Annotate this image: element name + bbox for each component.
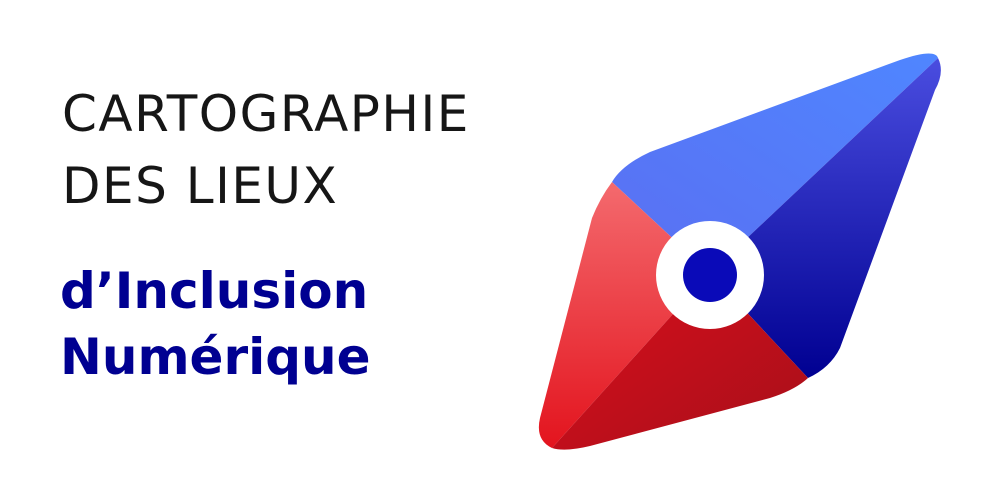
compass-icon (538, 53, 941, 450)
subtitle-line-1: d’Inclusion (60, 262, 369, 320)
page: CARTOGRAPHIE DES LIEUX d’Inclusion Numér… (0, 0, 1001, 497)
title-line-1: CARTOGRAPHIE (62, 85, 470, 143)
title-block: CARTOGRAPHIE DES LIEUX (62, 78, 470, 222)
subtitle-block: d’Inclusion Numérique (60, 258, 371, 390)
compass-center-dot (683, 248, 737, 302)
title-line-2: DES LIEUX (62, 157, 339, 215)
subtitle-line-2: Numérique (60, 328, 371, 386)
